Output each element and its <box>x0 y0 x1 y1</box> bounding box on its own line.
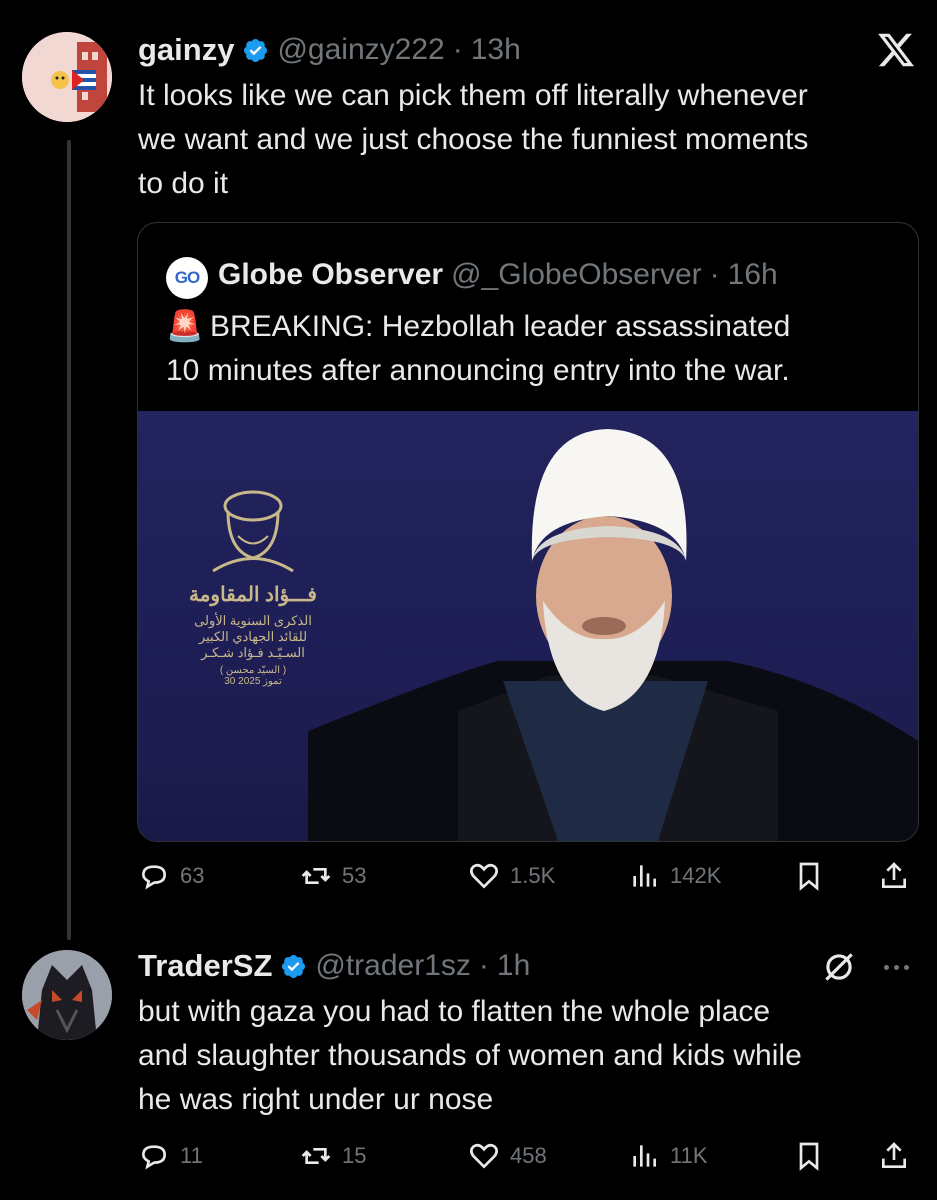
bookmark-icon <box>799 862 819 891</box>
separator-dot: · <box>452 33 463 66</box>
quoted-timestamp: 16h <box>727 258 778 291</box>
repost-button[interactable]: 15 <box>300 1140 366 1172</box>
share-icon <box>882 862 906 888</box>
verified-badge-icon <box>282 954 306 978</box>
reply-button[interactable]: 11 <box>138 1140 203 1172</box>
bookmark-button[interactable] <box>793 860 825 892</box>
more-options-icon[interactable] <box>876 952 916 982</box>
quoted-avatar-logo: GO <box>174 268 200 287</box>
reply-count: 11 <box>180 1143 203 1168</box>
tweet-text-line: It looks like we can pick them off liter… <box>138 79 808 112</box>
share-button[interactable] <box>878 1140 910 1172</box>
thread-connector <box>67 140 71 940</box>
user-handle[interactable]: @gainzy222 <box>277 33 444 67</box>
grok-icon[interactable] <box>820 948 858 986</box>
tweet-text: It looks like we can pick them off liter… <box>138 74 918 206</box>
like-count: 458 <box>510 1143 547 1168</box>
avatar[interactable] <box>22 32 112 122</box>
speaker-figure <box>308 429 918 841</box>
user-handle[interactable]: @trader1sz <box>315 949 471 983</box>
x-logo-icon <box>876 30 916 70</box>
reply-button[interactable]: 63 <box>138 860 204 892</box>
portrait-sketch-icon <box>212 490 294 573</box>
timestamp[interactable]: 13h <box>471 33 521 67</box>
repost-count: 53 <box>342 863 367 888</box>
repost-button[interactable]: 53 <box>300 860 366 892</box>
tweet-text-line: we want and we just choose the funniest … <box>138 123 809 156</box>
views-count: 11K <box>670 1143 708 1168</box>
reply-icon <box>141 865 167 890</box>
quoted-avatar: GO <box>166 257 208 299</box>
separator-dot: · <box>709 258 720 291</box>
siren-emoji-icon: 🚨 <box>166 310 204 343</box>
timestamp[interactable]: 1h <box>497 949 530 983</box>
tweet-header: gainzy @gainzy222 · 13h <box>138 28 521 72</box>
quoted-handle: @_GlobeObserver <box>451 258 702 291</box>
verified-badge-icon <box>244 38 268 62</box>
quoted-text-line: BREAKING: Hezbollah leader assassinated <box>210 310 791 343</box>
views-button[interactable]: 11K <box>628 1140 708 1172</box>
tweet-header: TraderSZ @trader1sz · 1h <box>138 944 530 988</box>
views-button[interactable]: 142K <box>628 860 721 892</box>
quoted-display-name: Globe Observer <box>218 258 444 291</box>
tweet-text: but with gaza you had to flatten the who… <box>138 990 918 1122</box>
reply-count: 63 <box>180 863 205 888</box>
avatar[interactable] <box>22 950 112 1040</box>
repost-icon <box>301 868 331 884</box>
reply-icon <box>141 1145 167 1170</box>
video-thumbnail[interactable]: فـــؤاد المقاومة الذكرى السنوية الأولى ل… <box>138 411 918 841</box>
quoted-text: 🚨 BREAKING: Hezbollah leader assassinated… <box>166 305 906 393</box>
separator-dot: · <box>478 949 489 982</box>
like-count: 1.5K <box>510 863 556 888</box>
share-button[interactable] <box>878 860 910 892</box>
avatar-illustration <box>22 950 112 1040</box>
display-name[interactable]: gainzy <box>138 32 234 68</box>
repost-count: 15 <box>342 1143 367 1168</box>
repost-icon <box>301 1148 331 1164</box>
tweet-text-line: he was right under ur nose <box>138 1083 494 1116</box>
bookmark-icon <box>799 1142 819 1171</box>
views-chart-icon <box>633 865 656 887</box>
like-button[interactable]: 1.5K <box>468 860 555 892</box>
quoted-header: Globe Observer @_GlobeObserver · 16h <box>218 253 778 297</box>
tweet-text-line: and slaughter thousands of women and kid… <box>138 1039 802 1072</box>
tweet-text-line: to do it <box>138 167 229 200</box>
quoted-text-line: 10 minutes after announcing entry into t… <box>166 354 790 387</box>
share-icon <box>882 1142 906 1168</box>
views-count: 142K <box>670 863 722 888</box>
display-name[interactable]: TraderSZ <box>138 948 272 984</box>
quoted-tweet[interactable]: GO Globe Observer @_GlobeObserver · 16h … <box>137 222 919 842</box>
like-button[interactable]: 458 <box>468 1140 547 1172</box>
heart-icon <box>470 1143 498 1169</box>
tweet-text-line: but with gaza you had to flatten the who… <box>138 995 771 1028</box>
views-chart-icon <box>633 1145 656 1167</box>
avatar-illustration <box>22 32 112 122</box>
bookmark-button[interactable] <box>793 1140 825 1172</box>
heart-icon <box>470 863 498 889</box>
